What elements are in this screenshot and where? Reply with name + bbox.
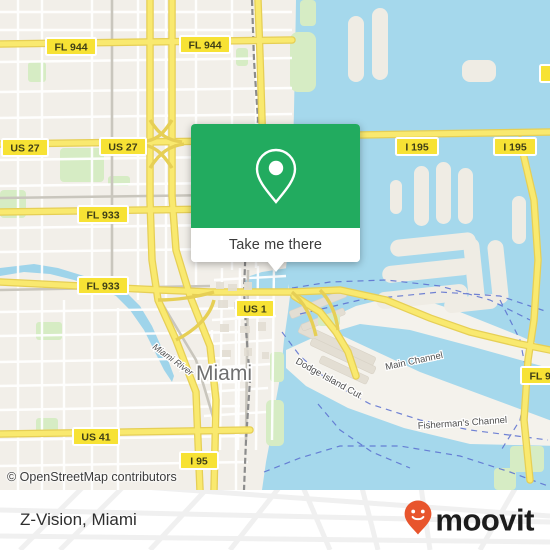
road-shield: US 41 xyxy=(72,427,120,446)
svg-text:FL 944: FL 944 xyxy=(54,41,87,53)
road-shield: FL xyxy=(539,64,550,83)
road-shield: I 95 xyxy=(179,451,219,470)
map-pin-icon xyxy=(253,147,299,205)
svg-text:I 95: I 95 xyxy=(190,455,208,467)
osm-attribution[interactable]: © OpenStreetMap contributors xyxy=(7,470,177,484)
moovit-pin-icon xyxy=(403,500,433,541)
svg-text:I 195: I 195 xyxy=(405,141,429,153)
moovit-logo[interactable]: moovit xyxy=(403,500,534,541)
road-shield: I 195 xyxy=(493,137,537,156)
road-shield: I 195 xyxy=(395,137,439,156)
map-screenshot: Miami River Main Channel Dodge Island Cu… xyxy=(0,0,550,550)
svg-text:FL 907: FL 907 xyxy=(529,370,550,382)
footer-bar: Z-Vision, Miami moovit xyxy=(0,490,550,550)
road-shield: FL 933 xyxy=(77,205,129,224)
map-canvas[interactable]: Miami River Main Channel Dodge Island Cu… xyxy=(0,0,550,490)
road-shield: FL 907 xyxy=(520,366,550,385)
take-me-there-label: Take me there xyxy=(228,237,323,253)
svg-text:FL 933: FL 933 xyxy=(86,280,119,292)
svg-text:US 27: US 27 xyxy=(10,142,39,154)
svg-text:FL 933: FL 933 xyxy=(86,209,119,221)
road-shield: US 27 xyxy=(99,137,147,156)
svg-text:US 27: US 27 xyxy=(108,141,137,153)
popup-tail-pointer xyxy=(267,261,285,272)
svg-text:US 41: US 41 xyxy=(81,431,110,443)
road-shield: US 1 xyxy=(235,299,275,318)
city-label-miami: Miami xyxy=(196,362,252,385)
popup-body: Take me there xyxy=(191,124,360,262)
road-shield: FL 933 xyxy=(77,276,129,295)
moovit-wordmark: moovit xyxy=(435,502,534,538)
road-shield: FL 944 xyxy=(45,37,97,56)
popup-header xyxy=(191,124,360,228)
svg-text:I 195: I 195 xyxy=(503,141,527,153)
place-name-label: Z-Vision, Miami xyxy=(20,510,137,529)
road-shield: FL 944 xyxy=(179,35,231,54)
destination-popup-card[interactable]: Take me there xyxy=(191,124,360,272)
popup-footer[interactable]: Take me there xyxy=(191,228,360,262)
svg-text:FL 944: FL 944 xyxy=(188,39,221,51)
svg-text:US 1: US 1 xyxy=(243,303,267,315)
road-shield: US 27 xyxy=(1,138,49,157)
